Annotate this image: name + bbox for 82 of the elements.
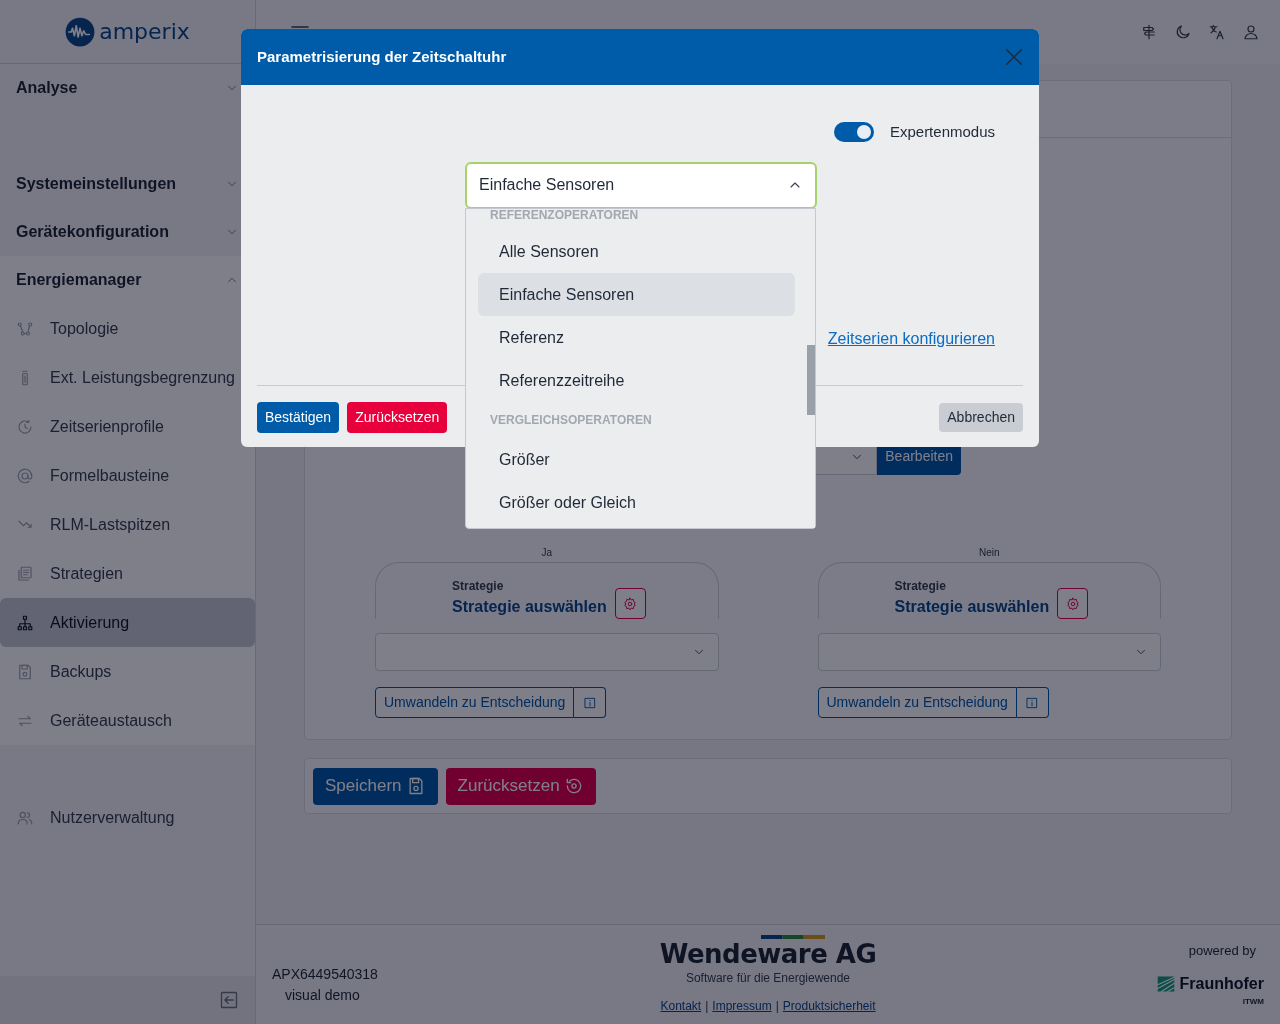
save-button[interactable]: Speichern — [313, 767, 438, 805]
section-label: Energiemanager — [16, 270, 142, 290]
device-id: APX6449540318 — [272, 964, 378, 984]
close-icon[interactable] — [1003, 46, 1025, 68]
option-group-label: VERGLEICHSOPERATOREN — [490, 414, 652, 426]
color-bar-icon — [761, 934, 825, 939]
sidebar-item[interactable]: Ext. Leistungsbegrenzung — [0, 353, 255, 402]
company-tagline: Software für die Energiewende — [685, 969, 851, 987]
info-icon — [1025, 695, 1040, 710]
sidebar-item[interactable]: Topologie — [0, 304, 255, 353]
collapse-sidebar-icon[interactable] — [219, 990, 239, 1010]
confirm-button[interactable]: Bestätigen — [257, 401, 340, 433]
operator-select[interactable]: Einfache Sensoren — [465, 161, 817, 209]
partner-name: Fraunhofer — [1179, 974, 1264, 995]
sidebar-item[interactable]: RLM-Lastspitzen — [0, 500, 255, 549]
toggle-switch[interactable] — [833, 122, 874, 143]
settings-button[interactable] — [1057, 588, 1089, 619]
section-label: Systemeinstellungen — [16, 174, 177, 194]
fraunhofer-stripes-icon — [1155, 975, 1176, 994]
hierarchy-icon — [16, 613, 34, 632]
at-sign-icon — [16, 466, 34, 485]
info-icon — [582, 695, 597, 710]
info-button[interactable] — [1016, 687, 1049, 718]
dropdown-option[interactable]: Alle Sensoren — [478, 230, 795, 273]
dropdown-option[interactable]: Größer oder Gleich — [478, 481, 795, 524]
sidebar-item[interactable]: Nutzerverwaltung — [0, 793, 255, 842]
sidebar-item[interactable]: Aktivierung — [0, 598, 255, 647]
logo-wave-icon — [65, 16, 96, 47]
section-label: Analyse — [16, 78, 78, 98]
partner-unit: ITWM — [1242, 996, 1264, 1009]
sidebar-item[interactable]: Backups — [0, 647, 255, 696]
company-name: Wendeware AG — [659, 938, 877, 969]
footer-link[interactable]: Produktsicherheit — [782, 996, 876, 1015]
info-button[interactable] — [574, 687, 607, 718]
sidebar-section[interactable]: Systemeinstellungen — [0, 160, 255, 208]
section-label: Gerätekonfiguration — [16, 222, 169, 242]
powered-by-label: powered by — [1188, 941, 1256, 960]
configure-link[interactable]: Zeitserien konfigurieren — [827, 326, 995, 351]
option-group-label: REFERENZOPERATOREN — [490, 209, 639, 221]
reset-button[interactable]: Zurücksetzen — [347, 401, 448, 433]
branch-label: Nein — [978, 546, 1000, 560]
sidebar-item[interactable]: Geräteaustausch — [0, 696, 255, 745]
sidebar-section[interactable]: Analyse — [0, 64, 255, 112]
convert-button[interactable]: Umwandeln zu Entscheidung — [375, 687, 575, 718]
topology-icon — [16, 319, 34, 338]
moon-icon[interactable] — [1174, 23, 1192, 41]
dropdown-option[interactable]: Größer — [478, 438, 795, 481]
dropdown-option[interactable]: Einfache Sensoren — [478, 273, 795, 316]
strategy-title: Strategie auswählen — [894, 597, 1050, 617]
select-field[interactable] — [375, 633, 719, 671]
settings-icon — [623, 596, 638, 611]
clock-refresh-icon — [16, 417, 34, 436]
convert-button[interactable]: Umwandeln zu Entscheidung — [817, 687, 1017, 718]
sidebar-section[interactable]: Gerätekonfiguration — [0, 208, 255, 256]
select-field[interactable] — [817, 633, 1161, 671]
sidebar-item[interactable]: Strategien — [0, 549, 255, 598]
save-icon — [16, 662, 34, 681]
dropdown-option[interactable]: Referenzzeitreihe — [478, 359, 795, 402]
documents-icon — [16, 564, 34, 583]
user-icon[interactable] — [1242, 23, 1260, 41]
strategy-caption: Strategie — [452, 578, 505, 595]
settings-icon — [1065, 596, 1080, 611]
dialog-title: Parametrisierung der Zeitschaltuhr — [257, 46, 507, 67]
branch-label: Ja — [541, 546, 553, 560]
link-separator: | — [705, 997, 709, 1015]
strategy-caption: Strategie — [894, 578, 947, 595]
footer-link[interactable]: Impressum — [712, 996, 772, 1015]
translate-icon[interactable] — [1208, 23, 1226, 41]
strategy-title: Strategie auswählen — [452, 597, 607, 617]
mode-label: visual demo — [285, 985, 360, 1005]
settings-button[interactable] — [614, 588, 646, 619]
link-separator: | — [775, 997, 779, 1015]
toggle-label: Expertenmodus — [889, 122, 995, 142]
dropdown-option[interactable]: Referenz — [478, 316, 795, 359]
sidebar-item[interactable]: Zeitserienprofile — [0, 402, 255, 451]
signpost-icon[interactable] — [1140, 23, 1158, 41]
sidebar-section[interactable]: Energiemanager — [0, 256, 255, 304]
cancel-button[interactable]: Abbrechen — [939, 402, 1023, 432]
brand-name: amperix — [99, 18, 190, 46]
reset-button[interactable]: Zurücksetzen — [445, 767, 596, 805]
sidebar-item[interactable]: Formelbausteine — [0, 451, 255, 500]
footer-link[interactable]: Kontakt — [660, 996, 702, 1015]
